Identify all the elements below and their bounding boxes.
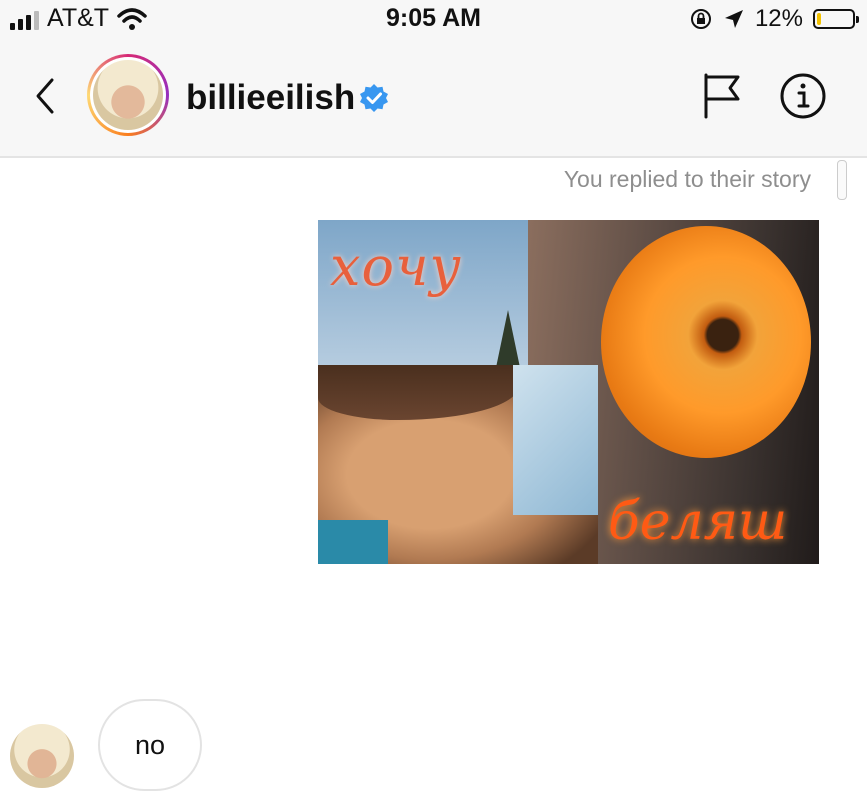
sender-avatar[interactable] [10, 724, 74, 788]
profile-username[interactable]: billieeilish [186, 78, 355, 118]
message-text: no [134, 729, 166, 760]
profile-avatar[interactable] [87, 54, 169, 136]
info-icon[interactable] [779, 72, 827, 120]
story-water [318, 520, 388, 564]
story-sky-patch [513, 365, 598, 515]
flag-icon[interactable] [700, 71, 744, 119]
battery-percent: 12% [754, 5, 803, 32]
battery-icon [813, 9, 859, 29]
orientation-lock-icon [690, 9, 711, 29]
battery-cap [856, 16, 859, 23]
status-bar: AT&T 9:05 AM 12% [0, 0, 867, 36]
avatar-frame [90, 57, 166, 133]
story-text-bottom: беляш [608, 492, 788, 552]
location-arrow-icon [724, 10, 743, 28]
story-donut [601, 226, 811, 458]
story-reply-note: You replied to their story [563, 166, 811, 192]
back-chevron-icon[interactable] [30, 76, 60, 116]
scrollbar[interactable] [837, 160, 847, 200]
status-right: 12% [689, 5, 859, 33]
story-text-top: хочу [330, 235, 462, 298]
story-image[interactable]: хочу беляш [318, 220, 819, 564]
avatar-photo [93, 60, 163, 130]
battery-fill [817, 13, 821, 25]
chat-header: billieeilish [0, 36, 867, 158]
message-bubble[interactable]: no [98, 699, 202, 791]
verified-badge-icon [360, 84, 388, 112]
